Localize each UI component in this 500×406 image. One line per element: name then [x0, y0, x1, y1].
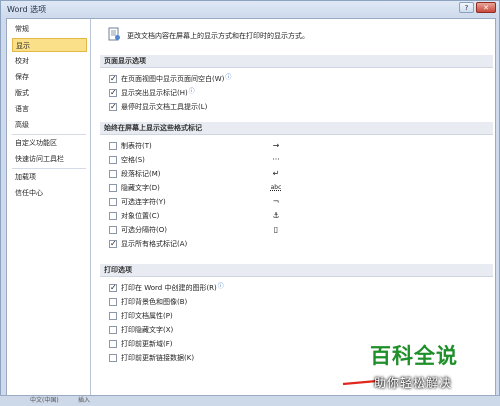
optional-break-icon: ▯: [273, 225, 279, 234]
watermark-title: 百科全说: [370, 344, 458, 368]
nav-item-trust-center[interactable]: 信任中心: [12, 186, 87, 200]
option-label: 打印在 Word 中创建的图形(R): [121, 284, 217, 292]
hidden-text-icon: abc: [270, 184, 282, 191]
intro-text: 更改文档内容在屏幕上的显示方式和在打印时的显示方式。: [127, 32, 309, 40]
nav-item-advanced[interactable]: 高级: [12, 118, 87, 132]
checkbox[interactable]: [109, 142, 117, 150]
checkbox[interactable]: [109, 282, 117, 294]
tab-arrow-icon: →: [272, 141, 280, 150]
option-label: 打印前更新域(F): [121, 340, 173, 348]
nav-divider: [12, 134, 86, 135]
checkbox[interactable]: [109, 238, 117, 250]
info-icon: ⓘ: [225, 74, 232, 81]
watermark-subtitle: 助你轻松解决: [374, 376, 453, 390]
checkbox[interactable]: [109, 87, 117, 99]
language-tab[interactable]: 中文(中国): [30, 397, 59, 405]
checkbox[interactable]: [109, 340, 117, 348]
option-label: 在页面视图中显示页面间空白(W): [121, 75, 225, 83]
checkbox[interactable]: [109, 170, 117, 178]
option-label: 打印文档属性(P): [121, 312, 173, 320]
checkbox[interactable]: [109, 212, 117, 220]
option-label: 打印前更新链接数据(K): [121, 354, 195, 362]
checkbox[interactable]: [109, 226, 117, 234]
info-icon: ⓘ: [188, 88, 195, 95]
option-label: 显示突出显示标记(H): [121, 89, 188, 97]
option-label: 可选分隔符(O): [121, 226, 167, 234]
anchor-icon: ⚓: [272, 211, 280, 220]
option-label: 对象位置(C): [121, 212, 160, 220]
close-button[interactable]: ✕: [476, 2, 496, 13]
nav-item-save[interactable]: 保存: [12, 70, 87, 84]
option-label: 空格(S): [121, 156, 145, 164]
nav-item-quick-access-toolbar[interactable]: 快速访问工具栏: [12, 152, 87, 166]
checkbox[interactable]: [109, 101, 117, 113]
section-page-display: 页面显示选项: [100, 55, 493, 68]
option-label: 显示所有格式标记(A): [121, 240, 188, 248]
nav-item-customize-ribbon[interactable]: 自定义功能区: [12, 136, 87, 150]
title-bar: Word 选项 ? ✕: [1, 1, 499, 17]
watermark: 百科全说 助你轻松解决: [370, 340, 490, 395]
option-label: 打印背景色和图像(B): [121, 298, 188, 306]
checkbox[interactable]: [109, 198, 117, 206]
checkbox[interactable]: [109, 156, 117, 164]
help-button[interactable]: ?: [459, 2, 474, 13]
dialog-title: Word 选项: [7, 5, 47, 14]
space-dots-icon: ···: [272, 155, 280, 164]
nav-item-addins[interactable]: 加载项: [12, 170, 87, 184]
nav-item-proofing[interactable]: 校对: [12, 54, 87, 68]
document-display-icon: [108, 27, 120, 41]
checkbox[interactable]: [109, 298, 117, 306]
nav-item-layout[interactable]: 版式: [12, 86, 87, 100]
nav-item-general[interactable]: 常规: [12, 22, 87, 36]
option-label: 可选连字符(Y): [121, 198, 166, 206]
info-icon: ⓘ: [217, 283, 224, 290]
checkbox[interactable]: [109, 312, 117, 320]
option-label: 悬停时显示文档工具提示(L): [121, 103, 208, 111]
option-label: 段落标记(M): [121, 170, 161, 178]
insert-tab[interactable]: 插入: [78, 397, 90, 405]
option-label: 打印隐藏文字(X): [121, 326, 174, 334]
status-strip: 中文(中国) 插入: [0, 395, 500, 406]
section-print-options: 打印选项: [100, 264, 493, 277]
checkbox[interactable]: [109, 73, 117, 85]
section-formatting-marks: 始终在屏幕上显示这些格式标记: [100, 122, 493, 135]
nav-item-language[interactable]: 语言: [12, 102, 87, 116]
options-nav: 常规 显示 校对 保存 版式 语言 高级 自定义功能区 快速访问工具栏 加载项 …: [7, 19, 91, 396]
checkbox[interactable]: [109, 326, 117, 334]
nav-divider: [12, 168, 86, 169]
optional-hyphen-icon: ¬: [272, 197, 280, 206]
paragraph-mark-icon: ↵: [272, 169, 280, 178]
nav-item-display[interactable]: 显示: [12, 38, 87, 52]
checkbox[interactable]: [109, 184, 117, 192]
option-label: 隐藏文字(D): [121, 184, 160, 192]
option-label: 制表符(T): [121, 142, 152, 150]
checkbox[interactable]: [109, 354, 117, 362]
